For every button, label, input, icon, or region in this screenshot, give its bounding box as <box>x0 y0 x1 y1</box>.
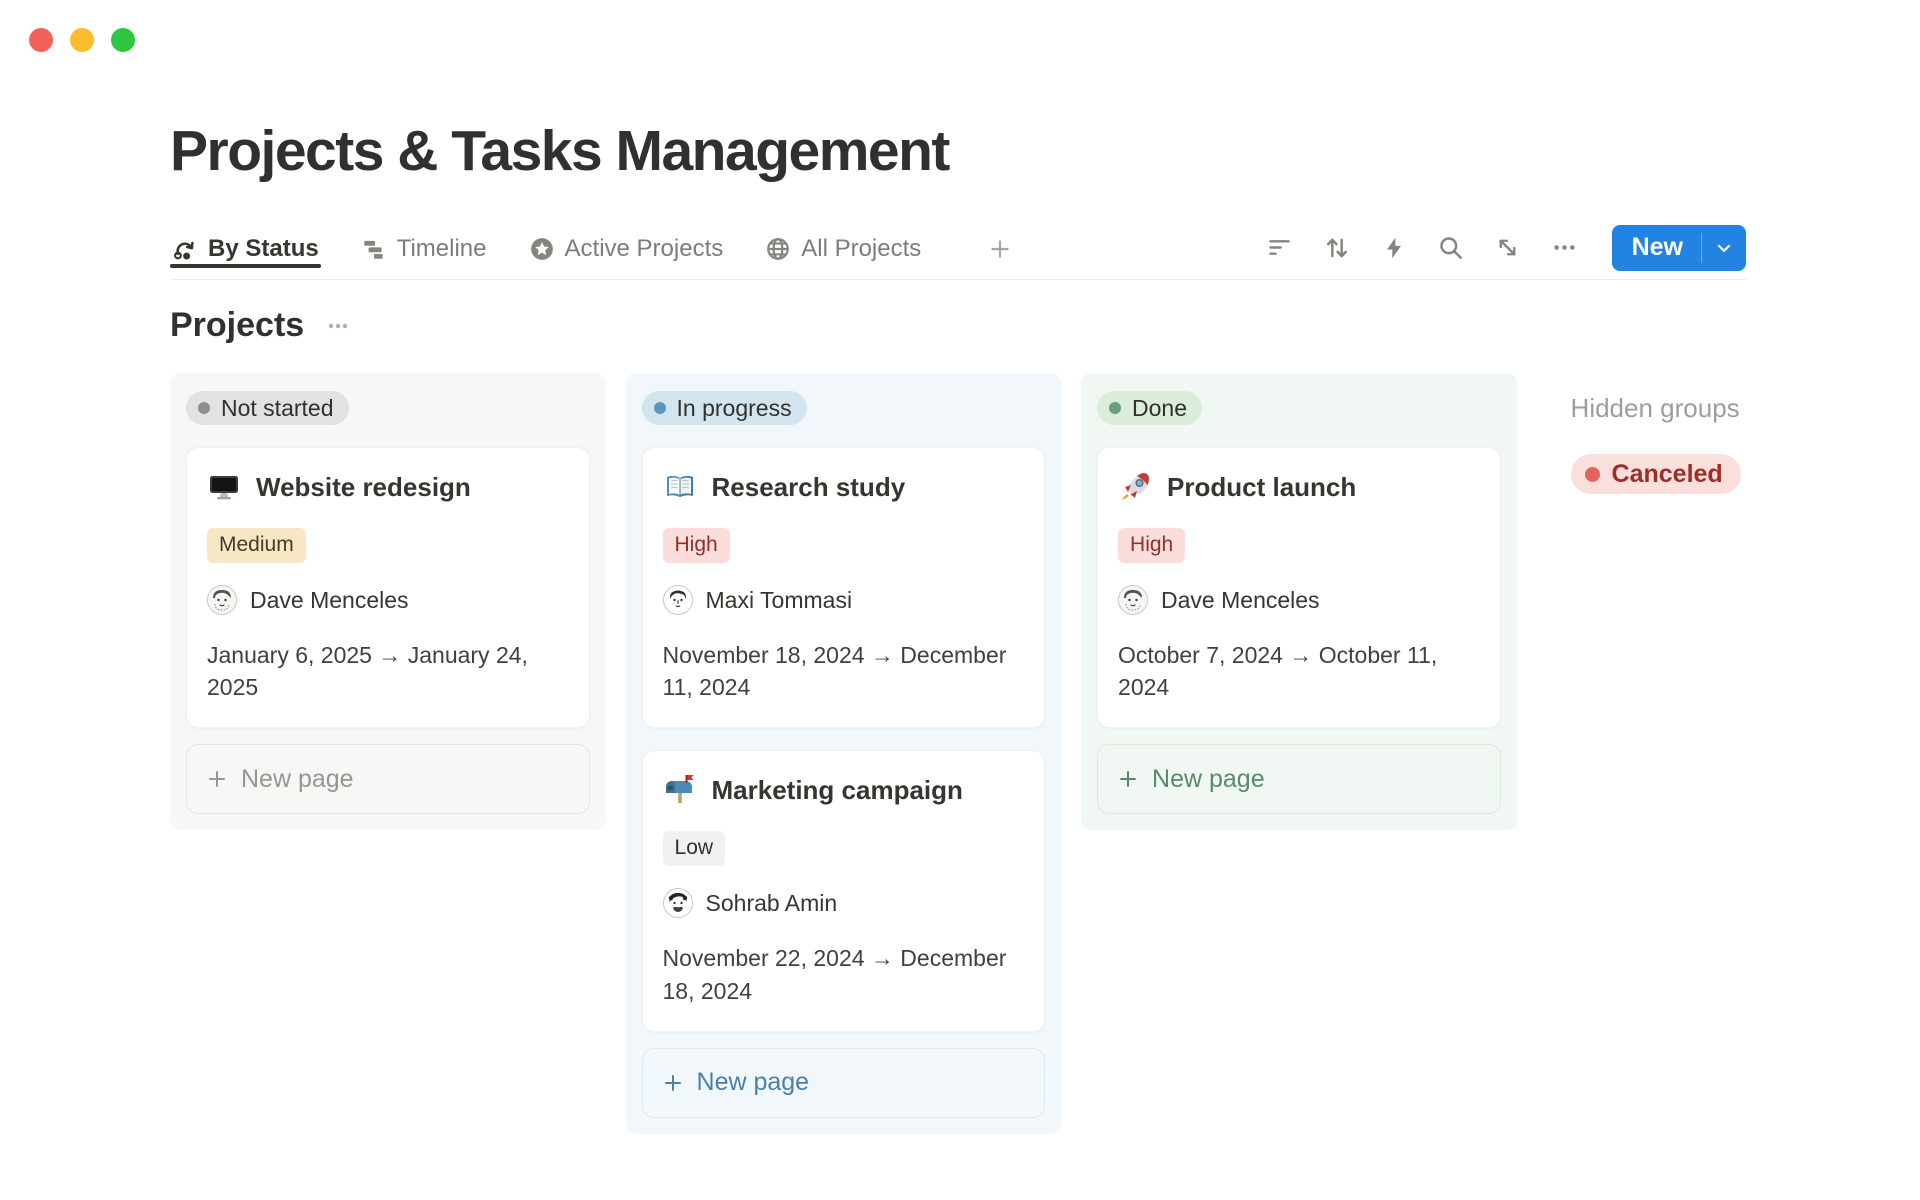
plus-icon <box>1116 767 1140 791</box>
section-header: Projects <box>170 306 1746 345</box>
section-title: Projects <box>170 306 304 345</box>
tab-by-status[interactable]: By Status <box>170 235 321 267</box>
assignee-name: Dave Menceles <box>250 587 409 614</box>
priority-badge: High <box>663 528 730 563</box>
tab-label: Active Projects <box>565 235 724 263</box>
date-range: November 18, 2024 → December 11, 2024 <box>663 639 1025 703</box>
priority-badge: Low <box>663 831 726 866</box>
status-dot <box>654 402 666 414</box>
new-page-button[interactable]: New page <box>1097 744 1501 814</box>
card-research-study[interactable]: Research study High Maxi Tommasi <box>642 447 1046 728</box>
new-page-label: New page <box>697 1068 810 1097</box>
hidden-groups-label: Hidden groups <box>1571 393 1746 424</box>
desktop-computer-emoji <box>207 470 241 504</box>
open-book-emoji <box>663 470 697 504</box>
status-dot <box>1109 402 1121 414</box>
group-badge-done[interactable]: Done <box>1097 391 1202 425</box>
plus-icon <box>661 1071 685 1095</box>
minimize-window-button[interactable] <box>70 28 94 52</box>
status-progress-icon <box>172 236 198 262</box>
new-page-label: New page <box>241 765 354 794</box>
new-button-label[interactable]: New <box>1612 225 1701 271</box>
new-page-label: New page <box>1152 765 1265 794</box>
assignee-row: Sohrab Amin <box>663 888 1025 918</box>
add-view-button[interactable] <box>987 236 1013 266</box>
tab-timeline[interactable]: Timeline <box>359 235 489 267</box>
new-page-button[interactable]: New page <box>642 1048 1046 1118</box>
date-range: October 7, 2024 → October 11, 2024 <box>1118 639 1480 703</box>
assignee-name: Maxi Tommasi <box>706 587 853 614</box>
chevron-down-icon[interactable] <box>1702 225 1746 271</box>
tab-label: All Projects <box>801 235 921 263</box>
group-badge-in-progress[interactable]: In progress <box>642 391 807 425</box>
plus-icon <box>205 767 229 791</box>
avatar <box>663 888 693 918</box>
assignee-name: Sohrab Amin <box>706 890 838 917</box>
group-label: Not started <box>221 395 334 422</box>
card-website-redesign[interactable]: Website redesign Medium Da <box>186 447 590 728</box>
ellipsis-icon[interactable] <box>1551 234 1578 261</box>
sort-icon[interactable] <box>1323 234 1351 262</box>
priority-badge: Medium <box>207 528 306 563</box>
lightning-icon[interactable] <box>1381 235 1407 261</box>
assignee-name: Dave Menceles <box>1161 587 1320 614</box>
card-product-launch[interactable]: Product launch High Dave M <box>1097 447 1501 728</box>
timeline-icon <box>361 236 387 262</box>
column-done: Done Product launch <box>1081 373 1517 830</box>
view-tab-bar: By Status Timeline <box>170 222 1746 280</box>
view-toolbar: New <box>1266 222 1746 279</box>
close-window-button[interactable] <box>29 28 53 52</box>
assignee-row: Maxi Tommasi <box>663 585 1025 615</box>
tab-active-projects[interactable]: Active Projects <box>527 235 726 267</box>
view-tabs: By Status Timeline <box>170 235 1013 267</box>
avatar <box>1118 585 1148 615</box>
new-page-button[interactable]: New page <box>186 744 590 814</box>
new-button[interactable]: New <box>1612 225 1746 271</box>
group-badge-not-started[interactable]: Not started <box>186 391 349 425</box>
card-title-text: Website redesign <box>256 472 471 503</box>
date-range: January 6, 2025 → January 24, 2025 <box>207 639 569 703</box>
column-not-started: Not started Website redesign Medium <box>170 373 606 830</box>
group-label: Canceled <box>1612 460 1723 489</box>
group-badge-canceled[interactable]: Canceled <box>1571 454 1741 494</box>
zoom-window-button[interactable] <box>111 28 135 52</box>
search-icon[interactable] <box>1437 234 1464 261</box>
priority-badge: High <box>1118 528 1185 563</box>
tab-all-projects[interactable]: All Projects <box>763 235 923 267</box>
page-title: Projects & Tasks Management <box>170 118 1746 184</box>
tab-label: By Status <box>208 235 319 263</box>
date-range: November 22, 2024 → December 18, 2024 <box>663 942 1025 1006</box>
avatar <box>207 585 237 615</box>
avatar <box>663 585 693 615</box>
kanban-board: Not started Website redesign Medium <box>170 373 1746 1134</box>
card-title-text: Marketing campaign <box>712 775 963 806</box>
mailbox-emoji <box>663 773 697 807</box>
group-label: In progress <box>677 395 792 422</box>
assignee-row: Dave Menceles <box>207 585 569 615</box>
status-dot <box>1585 467 1600 482</box>
section-ellipsis-icon[interactable] <box>326 314 350 338</box>
window-controls <box>29 28 135 52</box>
page-content: Projects & Tasks Management By Status <box>170 118 1746 1134</box>
group-label: Done <box>1132 395 1187 422</box>
expand-icon[interactable] <box>1494 234 1521 261</box>
card-title-text: Research study <box>712 472 906 503</box>
card-marketing-campaign[interactable]: Marketing campaign Low Soh <box>642 750 1046 1031</box>
card-title-text: Product launch <box>1167 472 1356 503</box>
column-in-progress: In progress Research study <box>626 373 1062 1134</box>
filter-icon[interactable] <box>1266 234 1293 261</box>
tab-label: Timeline <box>397 235 487 263</box>
plus-icon <box>987 236 1013 262</box>
globe-icon <box>765 236 791 262</box>
rocket-emoji <box>1118 470 1152 504</box>
assignee-row: Dave Menceles <box>1118 585 1480 615</box>
hidden-groups-section: Hidden groups Canceled <box>1571 373 1746 494</box>
status-dot <box>198 402 210 414</box>
star-circle-icon <box>529 236 555 262</box>
